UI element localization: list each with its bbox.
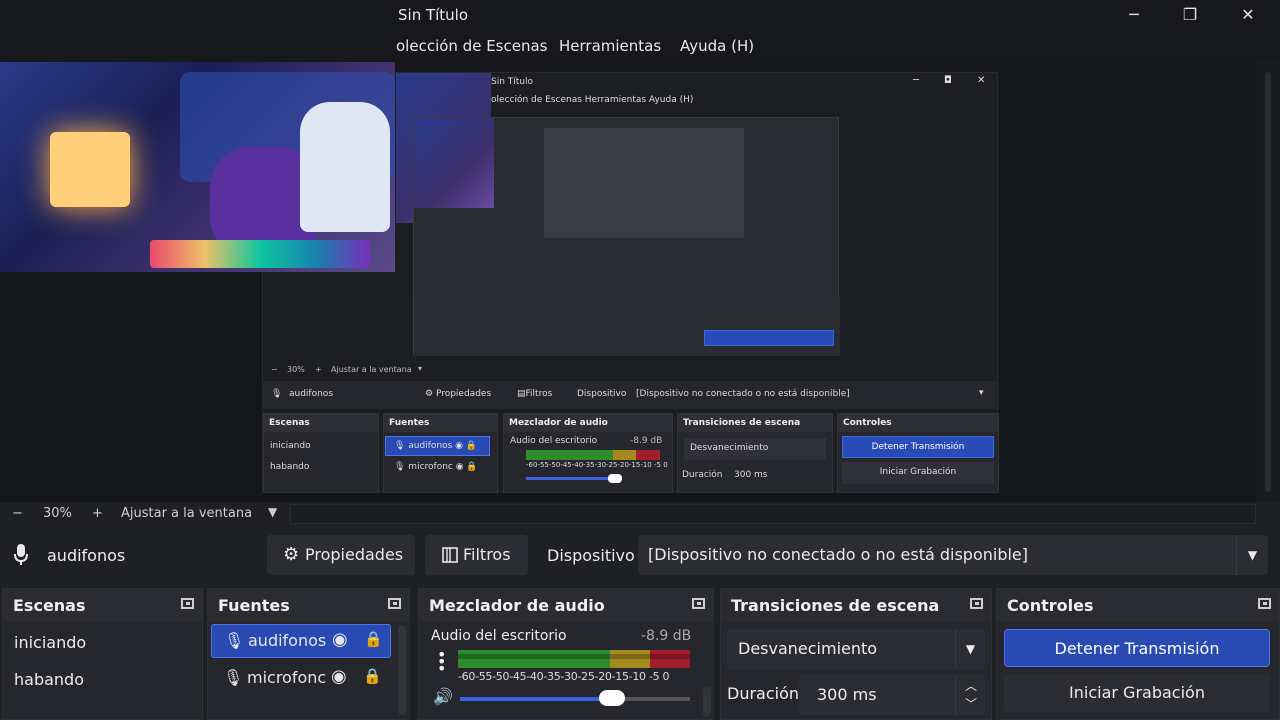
nested-menu-bar: olección de Escenas Herramientas Ayuda (… [491, 95, 694, 105]
microphone-icon: 🎙 [224, 631, 245, 650]
source-toolbar: audifonos ⚙ Propiedades Filtros Disposit… [0, 530, 1280, 580]
chevron-down-icon[interactable]: ﹀ [965, 695, 977, 712]
float-dock-icon[interactable] [692, 598, 705, 609]
nested-source-toolbar: 🎙 audifonos ⚙ Propiedades ▤Filtros Dispo… [263, 381, 999, 409]
nested-close-icon: ✕ [977, 75, 986, 86]
preview-scrollbar[interactable] [1256, 62, 1280, 502]
webcam-feed [0, 62, 395, 272]
window-title: Sin Título [398, 6, 469, 24]
microphone-icon [14, 544, 28, 565]
volume-slider-handle[interactable] [598, 690, 625, 706]
transition-select[interactable]: Desvanecimiento ▼ [727, 629, 985, 669]
properties-label: Propiedades [305, 545, 404, 564]
menu-help[interactable]: Ayuda (H) [680, 37, 754, 55]
source-label: audifonos [248, 631, 327, 650]
mixer-scrollbar[interactable] [703, 687, 711, 717]
transitions-dock-title: Transiciones de escena [731, 596, 940, 615]
scenes-dock: Escenas iniciando habando [2, 588, 203, 720]
eye-icon[interactable]: ◉ [331, 666, 347, 687]
webcam-person-white [300, 102, 390, 232]
volume-slider-fill [460, 697, 610, 701]
gear-icon: ⚙ [283, 544, 300, 565]
device-select-value: [Dispositivo no conectado o no está disp… [648, 545, 1029, 564]
zoom-dropdown-icon[interactable]: ▼ [268, 505, 277, 519]
scene-item[interactable]: habando [14, 670, 84, 689]
mixer-channel-name: Audio del escritorio [431, 628, 567, 644]
menu-scene-collection[interactable]: olección de Escenas [396, 37, 548, 55]
nested-zoom-bar: − 30% + Ajustar a la ventana ▾ [271, 364, 423, 374]
duration-value: 300 ms [817, 685, 877, 704]
transitions-dock: Transiciones de escena Desvanecimiento ▼… [720, 588, 992, 720]
float-dock-icon[interactable] [388, 598, 401, 609]
mixer-menu-icon[interactable]: • • • [437, 647, 446, 677]
webcam-keyboard [150, 240, 370, 268]
nested-minimize-icon: ─ [913, 75, 920, 86]
duration-stepper[interactable]: ︿ ﹀ [955, 675, 985, 715]
source-item-audifonos[interactable]: 🎙 audifonos ◉ 🔒 [211, 624, 391, 658]
nested-window-title: Sin Título [491, 77, 534, 87]
transition-select-value: Desvanecimiento [738, 639, 878, 658]
nested-docks: Escenas iniciando habando Fuentes 🎙 audi… [263, 413, 999, 493]
chevron-down-icon[interactable]: ▼ [1236, 535, 1268, 575]
speaker-icon[interactable]: 🔊 [433, 687, 453, 706]
sources-dock: Fuentes 🎙 audifonos ◉ 🔒 🎙 microfonc ◉ 🔒 [207, 588, 410, 720]
fit-to-window-option: Ajustar a la ventana [121, 506, 253, 521]
zoom-bar: − 30% + Ajustar a la ventana ▼ [0, 502, 1280, 526]
chevron-up-icon[interactable]: ︿ [965, 677, 977, 694]
lock-icon[interactable]: 🔒 [363, 667, 382, 685]
menu-bar: olección de Escenas Herramientas Ayuda (… [0, 30, 1280, 62]
float-dock-icon[interactable] [181, 598, 194, 609]
scenes-dock-title: Escenas [13, 596, 86, 615]
properties-button[interactable]: ⚙ Propiedades [267, 535, 415, 575]
sources-dock-title: Fuentes [218, 596, 290, 615]
source-item-microfono[interactable]: 🎙 microfonc ◉ 🔒 [211, 662, 391, 696]
meter-scale: -60-55-50-45-40-35-30-25-20-15-10 -5 0 [458, 670, 670, 683]
sources-scrollbar[interactable] [398, 625, 406, 715]
start-recording-button[interactable]: Iniciar Grabación [1004, 674, 1270, 712]
zoom-level: 30% [43, 506, 72, 521]
filters-button[interactable]: Filtros [425, 535, 528, 575]
maximize-button[interactable]: ❐ [1168, 2, 1212, 28]
stop-streaming-button[interactable]: Detener Transmisión [1004, 629, 1270, 667]
duration-spinbox[interactable]: 300 ms ︿ ﹀ [799, 675, 985, 715]
float-dock-icon[interactable] [970, 598, 983, 609]
preview-canvas[interactable]: Sin Título olección de Escenas Herramien… [0, 62, 1256, 502]
volume-meter [458, 650, 690, 668]
scene-item[interactable]: iniciando [14, 633, 86, 652]
source-label: microfonc [247, 668, 327, 687]
menu-tools[interactable]: Herramientas [559, 37, 661, 55]
nested-recursive-preview [413, 117, 840, 356]
zoom-in-button[interactable]: + [92, 506, 103, 521]
filter-icon [442, 547, 458, 563]
zoom-bar-spacer [290, 504, 1256, 524]
duration-label: Duración [727, 684, 800, 703]
controls-dock-title: Controles [1007, 596, 1094, 615]
title-bar: Sin Título ─ ❐ ✕ [0, 0, 1280, 30]
lock-icon[interactable]: 🔒 [364, 630, 383, 648]
chevron-down-icon[interactable]: ▼ [955, 629, 985, 669]
float-dock-icon[interactable] [1258, 598, 1271, 609]
volume-slider[interactable] [460, 697, 690, 701]
selected-source-name: audifonos [47, 546, 126, 565]
device-select[interactable]: [Dispositivo no conectado o no está disp… [638, 535, 1268, 575]
microphone-icon: 🎙 [223, 668, 244, 687]
eye-icon[interactable]: ◉ [332, 629, 348, 650]
filters-label: Filtros [463, 545, 511, 564]
minimize-button[interactable]: ─ [1112, 2, 1156, 28]
zoom-out-button[interactable]: − [12, 506, 23, 521]
obs-window: Sin Título ─ ❐ ✕ olección de Escenas Her… [0, 0, 1280, 720]
nested-maximize-icon: ◘ [944, 75, 952, 86]
device-label: Dispositivo [547, 546, 635, 565]
mixer-db-level: -8.9 dB [641, 628, 692, 644]
webcam-lamp [50, 132, 130, 207]
mixer-dock-title: Mezclador de audio [429, 596, 605, 615]
close-button[interactable]: ✕ [1226, 2, 1270, 28]
